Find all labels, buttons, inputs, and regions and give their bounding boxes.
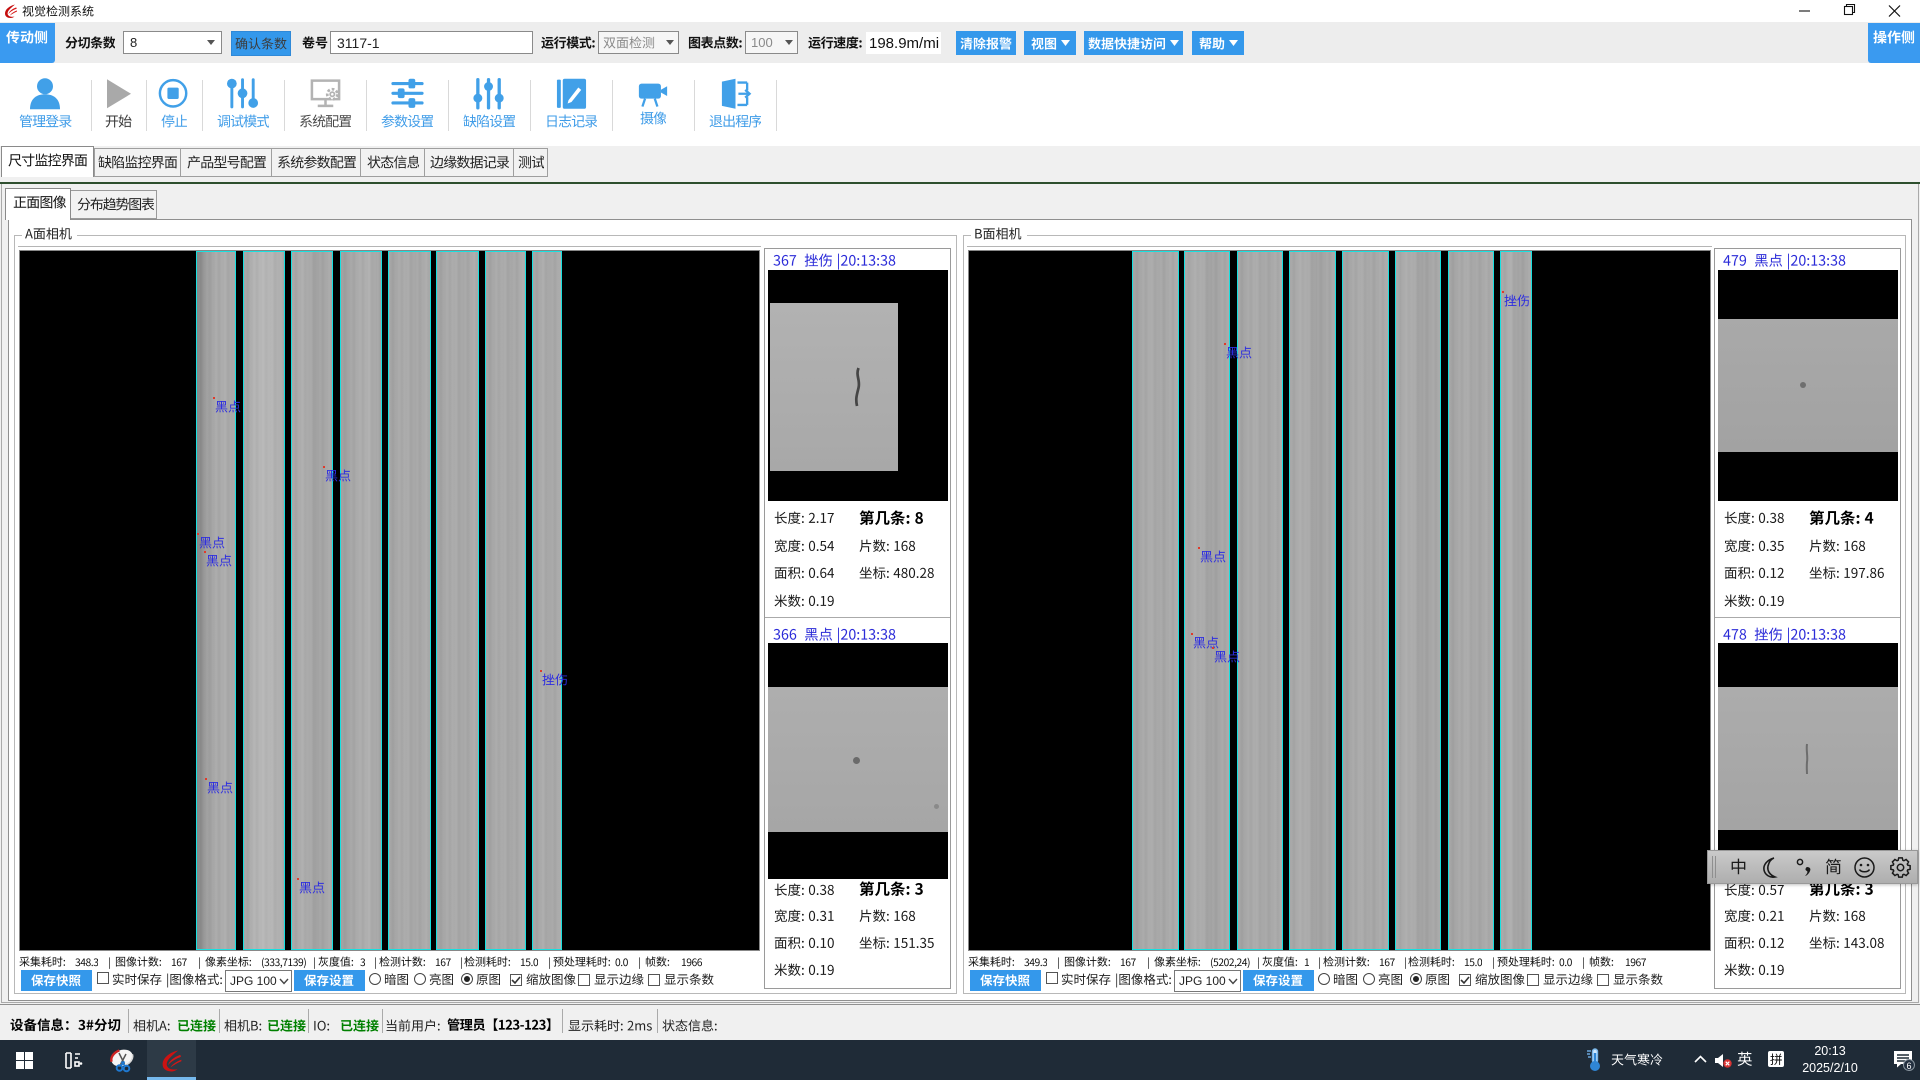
svg-text:6: 6 — [1906, 1061, 1911, 1071]
